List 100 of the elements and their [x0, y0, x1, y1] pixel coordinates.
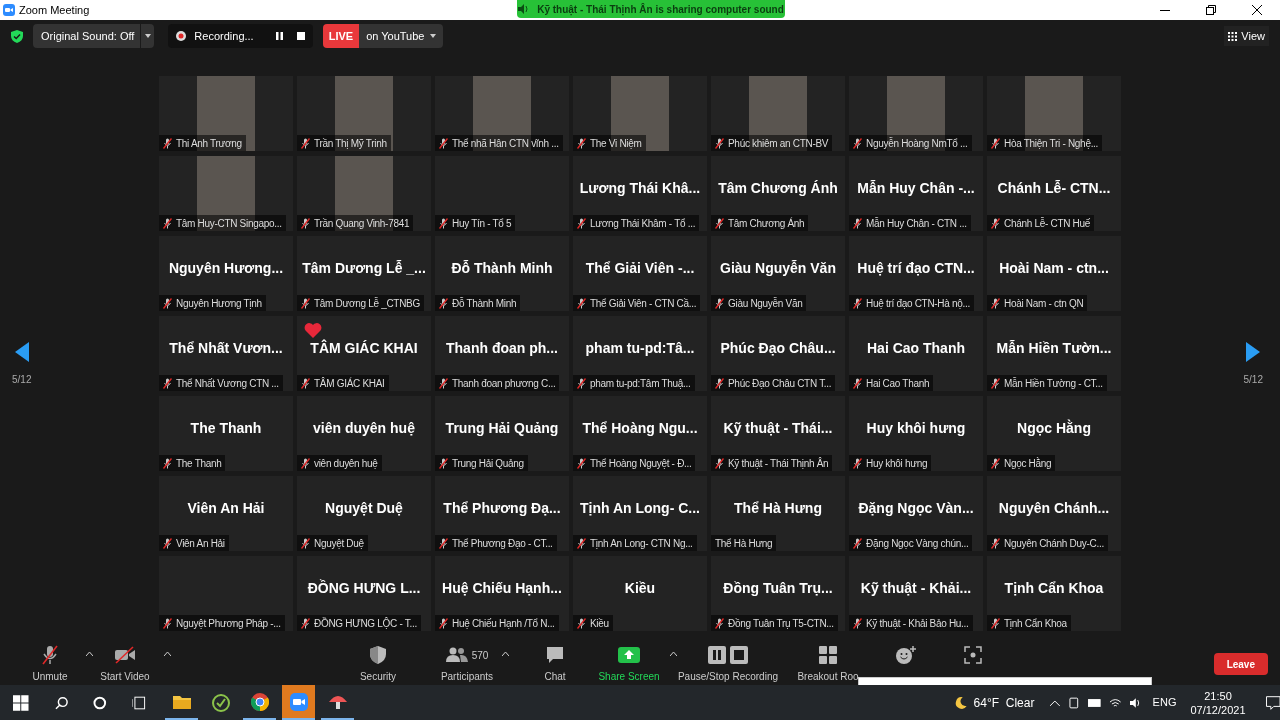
participant-tile[interactable]: Đặng Ngọc Vàn... Đặng Ngọc Vàng chún... — [849, 476, 983, 551]
circle-icon[interactable] — [93, 695, 107, 710]
live-stream-button[interactable]: on YouTube — [359, 24, 444, 48]
participant-tile[interactable]: Giàu Nguyễn Văn Giàu Nguyễn Văn — [711, 236, 845, 311]
name-label: Phúc khiêm an CTN-BV — [711, 135, 833, 151]
participant-name: Nguyên Hương... — [168, 259, 284, 278]
next-page-arrow-icon[interactable] — [1246, 342, 1261, 362]
participant-name: ĐỒNG HƯNG L... — [307, 578, 421, 598]
participants-button[interactable]: 570 Participants — [436, 644, 498, 684]
name-label: Phúc Đạo Châu CTN T... — [711, 375, 836, 391]
folder-icon[interactable] — [172, 694, 191, 709]
participant-tile[interactable]: Hoài Nam - ctn... Hoài Nam - ctn QN — [987, 236, 1121, 311]
caret-up-icon[interactable] — [502, 652, 509, 656]
participant-tile[interactable]: Tịnh An Long- C... Tịnh An Long- CTN Ng... — [573, 476, 707, 551]
battery-icon[interactable] — [1087, 698, 1102, 707]
participant-tile[interactable]: The Thanh The Thanh — [159, 396, 293, 471]
participant-tile[interactable]: Huệ trí đạo CTN... Huệ trí đạo CTN-Hà nộ... — [849, 236, 983, 311]
participant-tile[interactable]: Nguyễn Hoàng NmTổ ... — [849, 76, 983, 151]
caret-up-icon[interactable] — [86, 652, 93, 656]
chrome-icon[interactable] — [250, 692, 269, 711]
participant-tile[interactable]: Thể Phương Đạ... Thể Phương Đạo - CT... — [435, 476, 569, 551]
wifi-icon[interactable] — [1109, 697, 1122, 708]
participant-tile[interactable]: Thể Giải Viên -... Thể Giải Viên - CTN Cầ... — [573, 236, 707, 311]
participant-tile[interactable]: Mẫn Hiền Tườn... Mẫn Hiền Tường - CT... — [987, 316, 1121, 391]
caret-up-icon[interactable] — [164, 652, 171, 656]
shield-check-icon[interactable] — [11, 29, 23, 43]
participant-name: Huy khôi hưng — [866, 419, 966, 438]
participant-tile[interactable]: Ngọc Hằng Ngọc Hằng — [987, 396, 1121, 471]
language-indicator[interactable]: ENG — [1152, 694, 1177, 711]
participant-tile[interactable]: Tịnh Cẩn Khoa Tịnh Cẩn Khoa — [987, 556, 1121, 631]
speaker-icon[interactable] — [1129, 697, 1142, 708]
participant-tile[interactable]: Nguyên Chánh... Nguyên Chánh Duy-C... — [987, 476, 1121, 551]
original-sound-button[interactable]: Original Sound: Off — [33, 24, 155, 48]
clock-date[interactable]: 07/12/2021 — [1190, 702, 1246, 717]
participant-tile[interactable]: Thanh đoan ph... Thanh đoan phương C... — [435, 316, 569, 391]
participant-tile[interactable]: Lương Thái Khâ... Lương Thái Khâm - Tổ ... — [573, 156, 707, 231]
name-label: Thể Hoàng Nguyệt - Đ... — [573, 455, 696, 471]
participant-tile[interactable]: Kỹ thuật - Thái... Kỹ thuật - Thái Thịnh Ân — [711, 396, 845, 471]
view-button[interactable]: View — [1224, 26, 1269, 46]
video-button[interactable]: Start Video — [90, 644, 160, 684]
participant-tile[interactable]: Nguyệt Phương Pháp -... — [159, 556, 293, 631]
participant-tile[interactable]: Trần Quang Vinh-7841 — [297, 156, 431, 231]
participant-tile[interactable]: Phúc khiêm an CTN-BV — [711, 76, 845, 151]
share-button[interactable]: Share Screen — [592, 644, 666, 684]
participant-name: The Thanh — [190, 419, 262, 438]
notification-icon[interactable] — [1265, 695, 1280, 710]
participant-tile[interactable]: Mẫn Huy Chân -... Mẫn Huy Chân - CTN ... — [849, 156, 983, 231]
record-button[interactable]: Pause/Stop Recording — [672, 644, 784, 684]
pause-icon[interactable] — [275, 32, 283, 40]
participant-tile[interactable]: Viên An Hải Viên An Hải — [159, 476, 293, 551]
participant-tile[interactable]: Tâm Dương Lễ _... Tâm Dương Lễ _CTNBG — [297, 236, 431, 311]
participant-tile[interactable]: Đồng Tuân Trụ... Đồng Tuân Trụ T5-CTN... — [711, 556, 845, 631]
name-label: Huy Tín - Tổ 5 — [435, 215, 516, 231]
participant-tile[interactable]: Thi Anh Trương — [159, 76, 293, 151]
participant-tile[interactable]: Phúc Đạo Châu... Phúc Đạo Châu CTN T... — [711, 316, 845, 391]
participant-tile[interactable]: Thể Hà Hưng Thể Hà Hưng — [711, 476, 845, 551]
participant-tile[interactable]: Trần Thị Mỹ Trinh — [297, 76, 431, 151]
participant-tile[interactable]: Tâm Chương Ánh Tâm Chương Ánh — [711, 156, 845, 231]
participant-tile[interactable]: viên duyên huệ viên duyên huệ — [297, 396, 431, 471]
participant-tile[interactable]: Trung Hải Quảng Trung Hải Quảng — [435, 396, 569, 471]
participant-tile[interactable]: Kỹ thuật - Khải... Kỹ thuật - Khải Bảo Hu... — [849, 556, 983, 631]
participant-tile[interactable]: Đỗ Thành Minh Đỗ Thành Minh — [435, 236, 569, 311]
stop-icon[interactable] — [296, 32, 305, 40]
participant-tile[interactable]: Huy Tín - Tổ 5 — [435, 156, 569, 231]
windows-start-icon[interactable] — [13, 694, 29, 711]
participant-tile[interactable]: Nguyệt Duệ Nguyệt Duệ — [297, 476, 431, 551]
participant-tile[interactable]: Huy khôi hưng Huy khôi hưng — [849, 396, 983, 471]
check-circle-app-icon[interactable] — [211, 693, 230, 712]
participant-tile[interactable]: The Vi Niệm — [573, 76, 707, 151]
weather-text[interactable]: 64°F Clear — [973, 693, 1035, 712]
participant-tile[interactable]: ĐỒNG HƯNG L... ĐỒNG HƯNG LỘC - T... — [297, 556, 431, 631]
participant-tile[interactable]: Thể Hoàng Ngu... Thể Hoàng Nguyệt - Đ... — [573, 396, 707, 471]
previous-page-arrow-icon[interactable] — [14, 342, 29, 362]
participant-tile[interactable]: Chánh Lễ- CTN... Chánh Lễ- CTN Huế — [987, 156, 1121, 231]
breakout-button[interactable]: Breakout Roo — [788, 644, 868, 684]
participant-tile[interactable]: Nguyên Hương... Nguyên Hương Tịnh — [159, 236, 293, 311]
name-label: Kiều — [573, 615, 613, 631]
participant-tile[interactable]: Tâm Huy-CTN Singapo... — [159, 156, 293, 231]
participant-tile[interactable]: Huệ Chiếu Hạnh... Huệ Chiếu Hạnh /Tổ N... — [435, 556, 569, 631]
participant-tile[interactable]: Hòa Thiện Tri - Nghệ... — [987, 76, 1121, 151]
participant-tile[interactable]: TÂM GIÁC KHAI TÂM GIÁC KHAI — [297, 316, 431, 391]
task-view-icon[interactable] — [131, 695, 148, 710]
name-label: Tịnh An Long- CTN Ng... — [573, 535, 697, 551]
name-label: Tâm Huy-CTN Singapo... — [159, 215, 286, 231]
participant-name: Lương Thái Khâ... — [579, 179, 701, 198]
participant-tile[interactable]: Kiều Kiều — [573, 556, 707, 631]
participant-tile[interactable]: pham tu-pd:Tâ... pham tu-pd:Tâm Thuậ... — [573, 316, 707, 391]
chevron-up-icon[interactable] — [1050, 699, 1061, 706]
device-icon[interactable] — [1068, 696, 1080, 709]
search-icon[interactable] — [54, 695, 69, 710]
video-camera-app-icon[interactable] — [289, 692, 308, 711]
chat-button[interactable]: Chat — [532, 644, 578, 684]
security-button[interactable]: Security — [352, 644, 404, 684]
participant-tile[interactable]: Thể nhã Hân CTN vĩnh ... — [435, 76, 569, 151]
leave-button[interactable]: Leave — [1213, 653, 1268, 675]
participant-tile[interactable]: Thể Nhất Vươn... Thể Nhất Vương CTN ... — [159, 316, 293, 391]
caret-up-icon[interactable] — [670, 652, 677, 656]
participant-tile[interactable]: Hai Cao Thanh Hai Cao Thanh — [849, 316, 983, 391]
mic-button[interactable]: Unmute — [18, 644, 82, 684]
clock-time[interactable]: 21:50 — [1204, 688, 1232, 703]
